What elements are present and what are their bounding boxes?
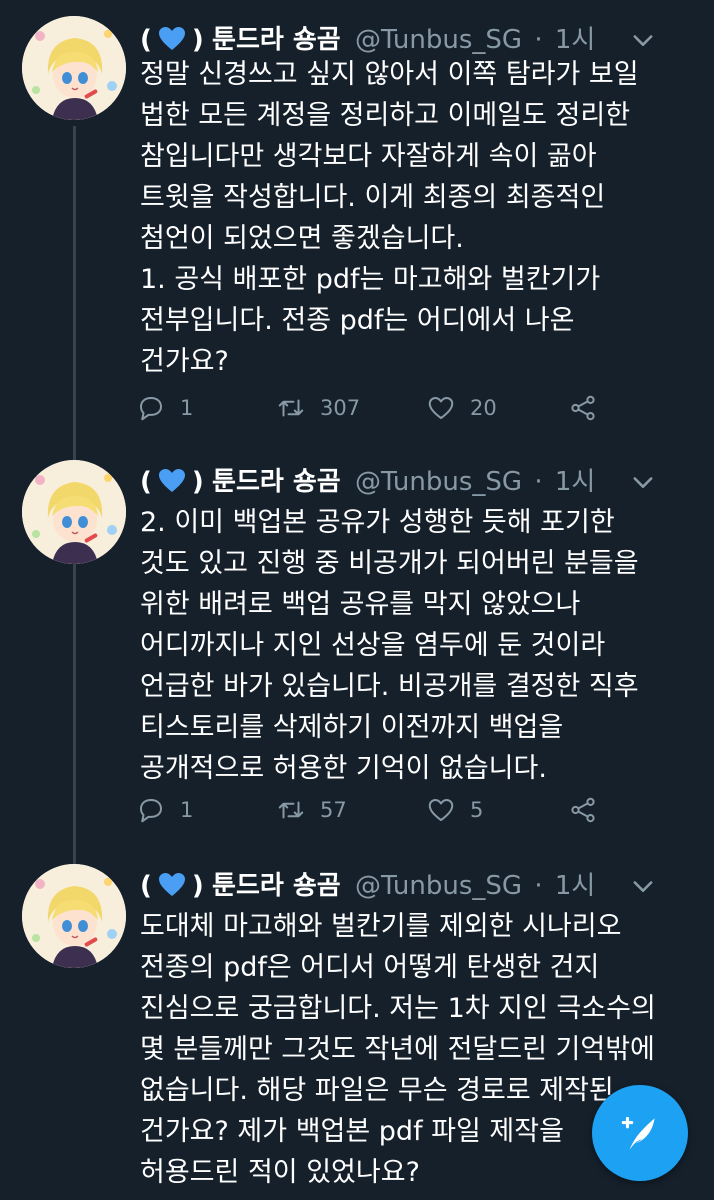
share-icon bbox=[571, 797, 595, 823]
avatar-illustration bbox=[22, 16, 126, 120]
display-name-paren: ( bbox=[140, 467, 152, 497]
blue-heart-icon bbox=[158, 27, 185, 50]
retweet-icon bbox=[278, 801, 304, 819]
separator-dot: · bbox=[534, 871, 543, 901]
share-icon bbox=[571, 395, 595, 421]
thread-line bbox=[73, 564, 76, 856]
display-name[interactable]: 툰드라 숑곰 bbox=[212, 467, 341, 497]
avatar-illustration bbox=[22, 864, 126, 968]
user-handle[interactable]: @Tunbus_SG bbox=[355, 25, 522, 55]
like-count: 20 bbox=[470, 396, 497, 420]
caret-down-icon[interactable] bbox=[629, 872, 657, 900]
tweet-1[interactable]: () 툰드라 숑곰 @Tunbus_SG · 1시 정말 신경쓰고 싶지 않아서… bbox=[0, 0, 714, 452]
reply-icon bbox=[140, 799, 162, 823]
user-handle[interactable]: @Tunbus_SG bbox=[355, 871, 522, 901]
display-name-paren: ) bbox=[191, 467, 204, 497]
tweet-actions: 1 57 5 bbox=[136, 790, 606, 830]
avatar[interactable] bbox=[22, 864, 126, 968]
timestamp[interactable]: 1시 bbox=[555, 25, 595, 55]
separator-dot: · bbox=[534, 25, 543, 55]
thread-line bbox=[73, 452, 76, 460]
retweet-icon bbox=[278, 399, 304, 417]
avatar-illustration bbox=[22, 460, 126, 564]
reply-button[interactable]: 1 bbox=[136, 388, 193, 428]
retweet-count: 57 bbox=[320, 798, 347, 822]
user-handle[interactable]: @Tunbus_SG bbox=[355, 467, 522, 497]
share-button[interactable] bbox=[568, 790, 598, 830]
display-name-paren: ( bbox=[140, 25, 152, 55]
thread-line bbox=[73, 856, 76, 864]
like-button[interactable]: 5 bbox=[426, 790, 483, 830]
like-count: 5 bbox=[470, 798, 484, 822]
tweet-2[interactable]: () 툰드라 숑곰 @Tunbus_SG · 1시 2. 이미 백업본 공유가 … bbox=[0, 452, 714, 856]
avatar[interactable] bbox=[22, 460, 126, 564]
like-icon bbox=[428, 397, 454, 419]
like-icon bbox=[428, 799, 454, 821]
blue-heart-icon bbox=[158, 469, 185, 492]
tweet-text: 정말 신경쓰고 싶지 않아서 이쪽 탐라가 보일 법한 모든 계정을 정리하고 … bbox=[140, 59, 639, 377]
display-name-paren: ) bbox=[191, 871, 204, 901]
separator-dot: · bbox=[534, 467, 543, 497]
tweet-header: () 툰드라 숑곰 @Tunbus_SG · 1시 bbox=[140, 866, 653, 906]
retweet-button[interactable]: 307 bbox=[276, 388, 360, 428]
tweet-actions: 1 307 20 bbox=[136, 388, 606, 428]
share-button[interactable] bbox=[568, 388, 598, 428]
compose-tweet-icon bbox=[621, 1116, 655, 1150]
reply-icon bbox=[140, 397, 162, 421]
retweet-count: 307 bbox=[320, 396, 361, 420]
thread-line bbox=[73, 126, 76, 452]
reply-count: 1 bbox=[180, 798, 194, 822]
like-button[interactable]: 20 bbox=[426, 388, 497, 428]
avatar[interactable] bbox=[22, 16, 126, 120]
blue-heart-icon bbox=[158, 873, 185, 896]
retweet-button[interactable]: 57 bbox=[276, 790, 347, 830]
display-name-paren: ( bbox=[140, 871, 152, 901]
tweet-header: () 툰드라 숑곰 @Tunbus_SG · 1시 bbox=[140, 462, 653, 502]
caret-down-icon[interactable] bbox=[629, 468, 657, 496]
compose-tweet-button[interactable] bbox=[592, 1085, 688, 1181]
display-name[interactable]: 툰드라 숑곰 bbox=[212, 25, 341, 55]
caret-down-icon[interactable] bbox=[629, 26, 657, 54]
timestamp[interactable]: 1시 bbox=[555, 467, 595, 497]
reply-count: 1 bbox=[180, 396, 194, 420]
timestamp[interactable]: 1시 bbox=[555, 871, 595, 901]
display-name[interactable]: 툰드라 숑곰 bbox=[212, 871, 341, 901]
tweet-text: 2. 이미 백업본 공유가 성행한 듯해 포기한 것도 있고 진행 중 비공개가… bbox=[140, 507, 639, 784]
display-name-paren: ) bbox=[191, 25, 204, 55]
reply-button[interactable]: 1 bbox=[136, 790, 193, 830]
